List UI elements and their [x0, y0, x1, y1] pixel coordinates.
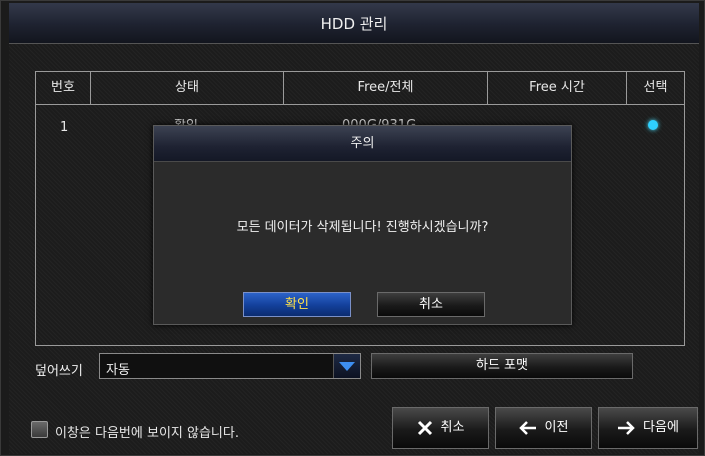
dialog-message: 모든 데이터가 삭제됩니다! 진행하시겠습니까? — [236, 220, 489, 235]
overwrite-value: 자동 — [106, 363, 130, 378]
dialog-title: 주의 — [154, 126, 571, 162]
table-header: 번호 상태 Free/전체 Free 시간 선택 — [36, 72, 684, 105]
next-label: 다음에 — [643, 420, 679, 435]
previous-label: 이전 — [544, 420, 569, 435]
dropdown-arrow[interactable] — [333, 354, 360, 378]
dialog-cancel-button[interactable]: 취소 — [377, 292, 485, 317]
chevron-down-icon — [339, 362, 355, 371]
dont-show-label: 이창은 다음번에 보이지 않습니다. — [55, 426, 239, 441]
arrow-left-icon — [518, 420, 536, 435]
header-select: 선택 — [643, 80, 668, 95]
dont-show-checkbox[interactable] — [31, 421, 48, 438]
hdd-management-window: HDD 관리 번호 상태 Free/전체 Free 시간 선택 1 확인 000… — [0, 0, 705, 456]
arrow-right-icon — [618, 420, 635, 435]
cancel-button[interactable]: 취소 — [392, 407, 489, 449]
overwrite-select[interactable]: 자동 — [99, 353, 361, 379]
close-icon — [417, 420, 432, 435]
window-title: HDD 관리 — [320, 15, 388, 33]
header-free-total: Free/전체 — [284, 72, 488, 104]
warning-dialog: 주의 모든 데이터가 삭제됩니다! 진행하시겠습니까? 확인 취소 — [153, 125, 572, 325]
next-button[interactable]: 다음에 — [598, 407, 698, 449]
row-number: 1 — [60, 120, 69, 135]
previous-button[interactable]: 이전 — [495, 407, 592, 449]
overwrite-label: 덮어쓰기 — [35, 364, 83, 379]
cancel-label: 취소 — [440, 420, 465, 435]
header-free-time: Free 시간 — [488, 72, 627, 104]
header-number: 번호 — [36, 72, 91, 104]
confirm-button[interactable]: 확인 — [243, 292, 351, 317]
format-hdd-button[interactable]: 하드 포맷 — [371, 353, 633, 379]
title-bar: HDD 관리 — [9, 3, 699, 44]
header-status: 상태 — [91, 72, 284, 104]
row-select-radio[interactable] — [648, 120, 658, 130]
